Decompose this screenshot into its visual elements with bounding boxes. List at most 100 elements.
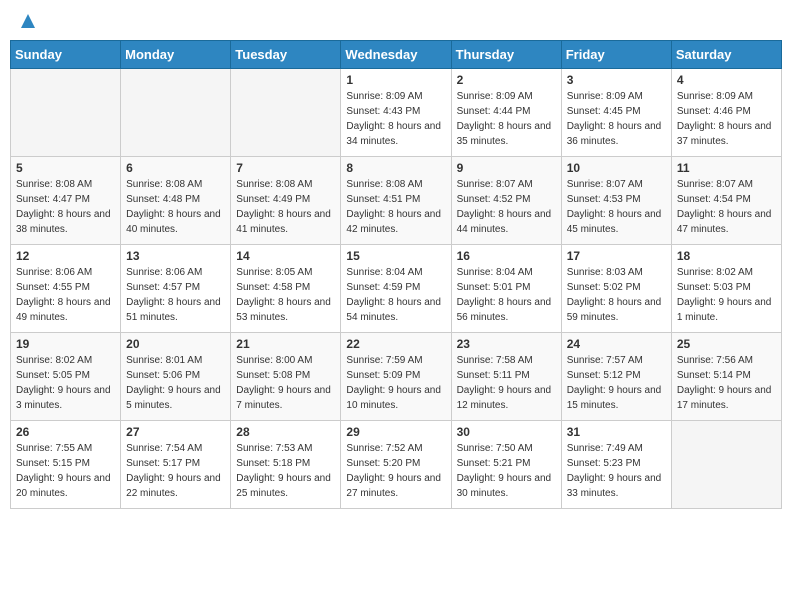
calendar-cell: 30Sunrise: 7:50 AMSunset: 5:21 PMDayligh… — [451, 421, 561, 509]
day-number: 9 — [457, 161, 556, 175]
day-info: Sunrise: 8:09 AMSunset: 4:45 PMDaylight:… — [567, 89, 666, 149]
calendar-cell: 17 Sunrise: 8:03 AMSunset: 5:02 PMDayligh… — [561, 245, 671, 333]
day-number: 24 — [567, 337, 666, 351]
calendar-cell: 14 Sunrise: 8:05 AMSunset: 4:58 PMDayligh… — [231, 245, 341, 333]
calendar-cell: 12 Sunrise: 8:06 AMSunset: 4:55 PMDayligh… — [11, 245, 121, 333]
day-number: 5 — [16, 161, 115, 175]
calendar-week-row: 26 Sunrise: 7:55 AMSunset: 5:15 PMDayligh… — [11, 421, 782, 509]
calendar-cell — [121, 69, 231, 157]
calendar-cell: 31 Sunrise: 7:49 AMSunset: 5:23 PMDayligh… — [561, 421, 671, 509]
calendar-week-row: 12 Sunrise: 8:06 AMSunset: 4:55 PMDayligh… — [11, 245, 782, 333]
day-info: Sunrise: 7:52 AMSunset: 5:20 PMDaylight:… — [346, 441, 445, 501]
day-number: 8 — [346, 161, 445, 175]
day-number: 11 — [677, 161, 776, 175]
logo — [14, 10, 39, 32]
calendar-week-row: 19Sunrise: 8:02 AMSunset: 5:05 PMDayligh… — [11, 333, 782, 421]
calendar-cell: 18Sunrise: 8:02 AMSunset: 5:03 PMDayligh… — [671, 245, 781, 333]
calendar-cell: 13 Sunrise: 8:06 AMSunset: 4:57 PMDayligh… — [121, 245, 231, 333]
calendar-cell: 1Sunrise: 8:09 AMSunset: 4:43 PMDaylight… — [341, 69, 451, 157]
day-info: Sunrise: 8:07 AMSunset: 4:53 PMDaylight:… — [567, 177, 666, 237]
calendar-cell: 2 Sunrise: 8:09 AMSunset: 4:44 PMDaylight… — [451, 69, 561, 157]
calendar-cell: 22Sunrise: 7:59 AMSunset: 5:09 PMDayligh… — [341, 333, 451, 421]
day-number: 30 — [457, 425, 556, 439]
day-number: 12 — [16, 249, 115, 263]
calendar-cell: 8 Sunrise: 8:08 AMSunset: 4:51 PMDaylight… — [341, 157, 451, 245]
day-header-saturday: Saturday — [671, 41, 781, 69]
day-info: Sunrise: 8:07 AMSunset: 4:52 PMDaylight:… — [457, 177, 556, 237]
day-info: Sunrise: 8:09 AMSunset: 4:44 PMDaylight:… — [457, 89, 556, 149]
day-info: Sunrise: 7:58 AMSunset: 5:11 PMDaylight:… — [457, 353, 556, 413]
calendar-cell: 6 Sunrise: 8:08 AMSunset: 4:48 PMDaylight… — [121, 157, 231, 245]
logo-text — [14, 10, 39, 32]
day-number: 1 — [346, 73, 445, 87]
day-info: Sunrise: 8:08 AMSunset: 4:51 PMDaylight:… — [346, 177, 445, 237]
day-number: 2 — [457, 73, 556, 87]
day-info: Sunrise: 8:03 AMSunset: 5:02 PMDaylight:… — [567, 265, 666, 325]
day-number: 29 — [346, 425, 445, 439]
calendar-cell: 4 Sunrise: 8:09 AMSunset: 4:46 PMDaylight… — [671, 69, 781, 157]
day-number: 26 — [16, 425, 115, 439]
logo-icon — [17, 10, 39, 32]
day-info: Sunrise: 8:04 AMSunset: 4:59 PMDaylight:… — [346, 265, 445, 325]
day-info: Sunrise: 8:06 AMSunset: 4:55 PMDaylight:… — [16, 265, 115, 325]
day-number: 23 — [457, 337, 556, 351]
calendar-cell — [671, 421, 781, 509]
day-number: 15 — [346, 249, 445, 263]
calendar-cell: 29 Sunrise: 7:52 AMSunset: 5:20 PMDayligh… — [341, 421, 451, 509]
day-number: 25 — [677, 337, 776, 351]
day-number: 4 — [677, 73, 776, 87]
day-header-wednesday: Wednesday — [341, 41, 451, 69]
calendar-cell: 3Sunrise: 8:09 AMSunset: 4:45 PMDaylight… — [561, 69, 671, 157]
day-info: Sunrise: 7:54 AMSunset: 5:17 PMDaylight:… — [126, 441, 225, 501]
day-info: Sunrise: 8:09 AMSunset: 4:46 PMDaylight:… — [677, 89, 776, 149]
day-info: Sunrise: 8:02 AMSunset: 5:03 PMDaylight:… — [677, 265, 776, 325]
day-info: Sunrise: 7:56 AMSunset: 5:14 PMDaylight:… — [677, 353, 776, 413]
calendar-table: SundayMondayTuesdayWednesdayThursdayFrid… — [10, 40, 782, 509]
day-number: 22 — [346, 337, 445, 351]
day-number: 16 — [457, 249, 556, 263]
day-info: Sunrise: 7:53 AMSunset: 5:18 PMDaylight:… — [236, 441, 335, 501]
day-info: Sunrise: 8:06 AMSunset: 4:57 PMDaylight:… — [126, 265, 225, 325]
day-header-sunday: Sunday — [11, 41, 121, 69]
day-number: 14 — [236, 249, 335, 263]
calendar-cell: 15 Sunrise: 8:04 AMSunset: 4:59 PMDayligh… — [341, 245, 451, 333]
calendar-cell: 7Sunrise: 8:08 AMSunset: 4:49 PMDaylight… — [231, 157, 341, 245]
day-info: Sunrise: 8:01 AMSunset: 5:06 PMDaylight:… — [126, 353, 225, 413]
day-number: 19 — [16, 337, 115, 351]
day-header-tuesday: Tuesday — [231, 41, 341, 69]
page-header — [10, 10, 782, 32]
day-number: 17 — [567, 249, 666, 263]
day-info: Sunrise: 8:07 AMSunset: 4:54 PMDaylight:… — [677, 177, 776, 237]
calendar-cell: 21Sunrise: 8:00 AMSunset: 5:08 PMDayligh… — [231, 333, 341, 421]
calendar-header-row: SundayMondayTuesdayWednesdayThursdayFrid… — [11, 41, 782, 69]
day-info: Sunrise: 8:04 AMSunset: 5:01 PMDaylight:… — [457, 265, 556, 325]
calendar-cell: 11 Sunrise: 8:07 AMSunset: 4:54 PMDayligh… — [671, 157, 781, 245]
calendar-cell: 16 Sunrise: 8:04 AMSunset: 5:01 PMDayligh… — [451, 245, 561, 333]
calendar-cell — [231, 69, 341, 157]
calendar-cell: 19Sunrise: 8:02 AMSunset: 5:05 PMDayligh… — [11, 333, 121, 421]
calendar-cell: 24 Sunrise: 7:57 AMSunset: 5:12 PMDayligh… — [561, 333, 671, 421]
day-header-thursday: Thursday — [451, 41, 561, 69]
calendar-cell: 23 Sunrise: 7:58 AMSunset: 5:11 PMDayligh… — [451, 333, 561, 421]
day-number: 20 — [126, 337, 225, 351]
day-number: 31 — [567, 425, 666, 439]
calendar-cell: 5Sunrise: 8:08 AMSunset: 4:47 PMDaylight… — [11, 157, 121, 245]
calendar-cell: 9 Sunrise: 8:07 AMSunset: 4:52 PMDaylight… — [451, 157, 561, 245]
day-header-monday: Monday — [121, 41, 231, 69]
day-number: 13 — [126, 249, 225, 263]
calendar-cell: 10 Sunrise: 8:07 AMSunset: 4:53 PMDayligh… — [561, 157, 671, 245]
day-info: Sunrise: 8:05 AMSunset: 4:58 PMDaylight:… — [236, 265, 335, 325]
day-number: 6 — [126, 161, 225, 175]
day-info: Sunrise: 7:49 AMSunset: 5:23 PMDaylight:… — [567, 441, 666, 501]
calendar-week-row: 5Sunrise: 8:08 AMSunset: 4:47 PMDaylight… — [11, 157, 782, 245]
day-info: Sunrise: 8:00 AMSunset: 5:08 PMDaylight:… — [236, 353, 335, 413]
calendar-cell: 25 Sunrise: 7:56 AMSunset: 5:14 PMDayligh… — [671, 333, 781, 421]
day-info: Sunrise: 7:55 AMSunset: 5:15 PMDaylight:… — [16, 441, 115, 501]
calendar-week-row: 1Sunrise: 8:09 AMSunset: 4:43 PMDaylight… — [11, 69, 782, 157]
day-number: 10 — [567, 161, 666, 175]
calendar-cell: 20 Sunrise: 8:01 AMSunset: 5:06 PMDayligh… — [121, 333, 231, 421]
day-info: Sunrise: 7:57 AMSunset: 5:12 PMDaylight:… — [567, 353, 666, 413]
day-info: Sunrise: 8:08 AMSunset: 4:48 PMDaylight:… — [126, 177, 225, 237]
day-number: 27 — [126, 425, 225, 439]
calendar-cell: 27 Sunrise: 7:54 AMSunset: 5:17 PMDayligh… — [121, 421, 231, 509]
